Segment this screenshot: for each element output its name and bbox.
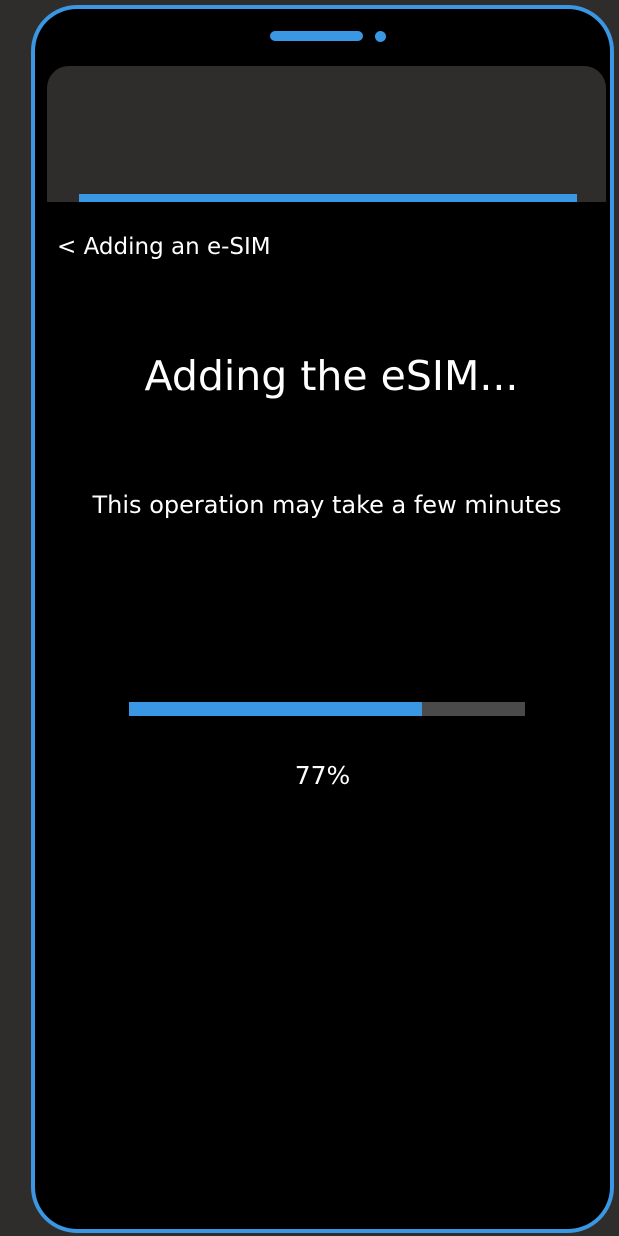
status-panel <box>47 66 606 202</box>
progress-bar <box>129 702 525 716</box>
camera-dot <box>375 31 386 42</box>
page-title: Adding the eSIM... <box>144 352 519 400</box>
status-panel-accent-bar <box>79 194 577 202</box>
progress-percent-label: 77% <box>294 761 351 790</box>
speaker-slot <box>270 31 363 41</box>
page-subtitle: This operation may take a few minutes <box>92 491 562 519</box>
back-link[interactable]: < Adding an e-SIM <box>57 231 271 263</box>
phone-frame: < Adding an e-SIM Adding the eSIM... Thi… <box>31 5 614 1233</box>
progress-bar-fill <box>129 702 423 716</box>
